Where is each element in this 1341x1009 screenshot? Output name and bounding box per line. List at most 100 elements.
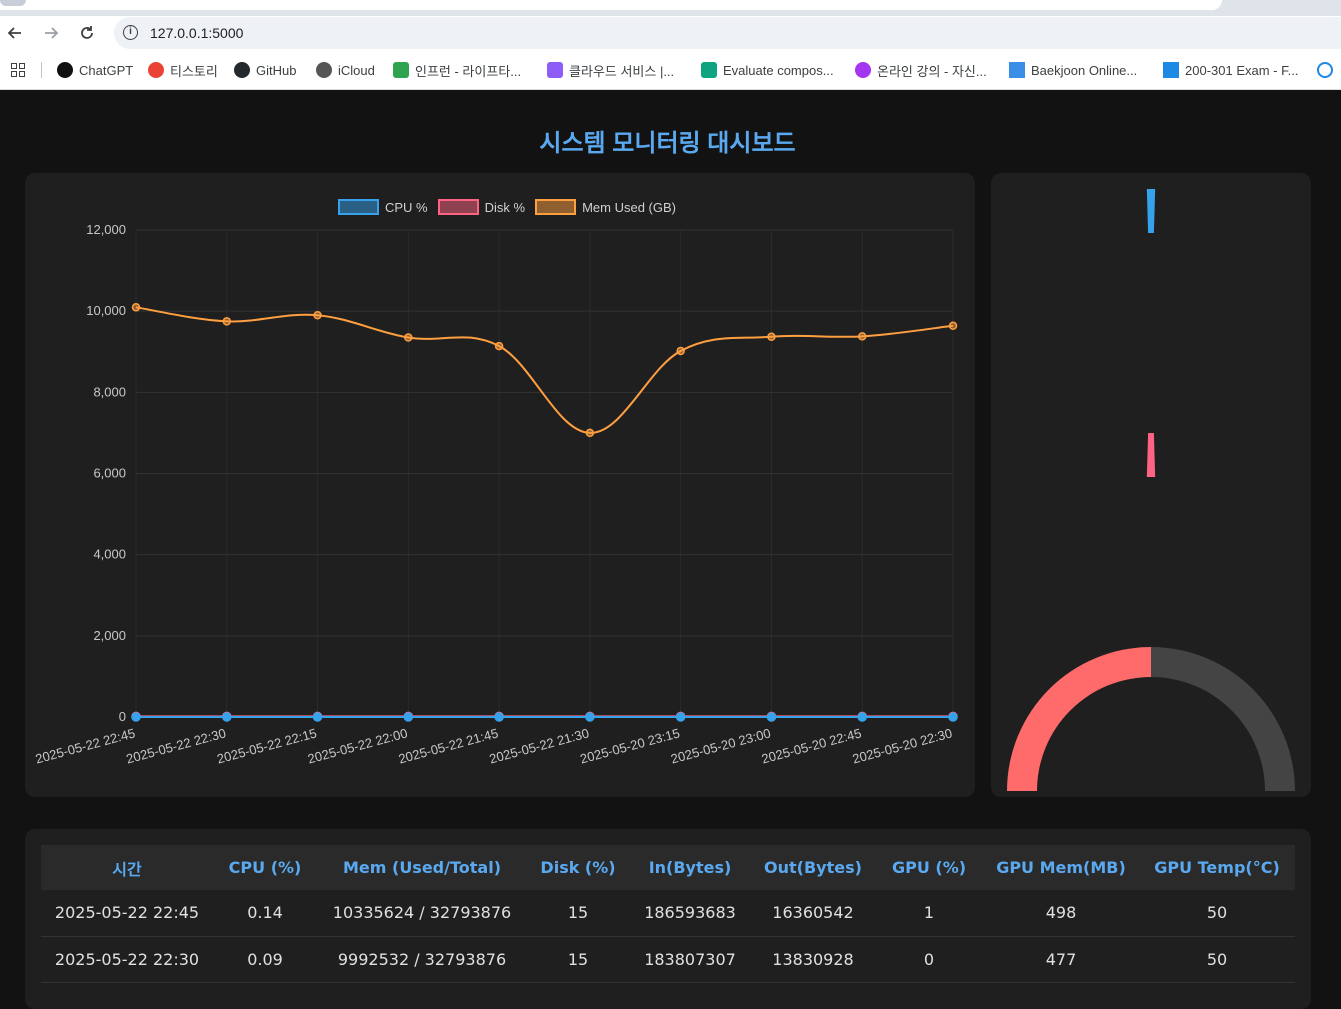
table-cell: 0.09 — [213, 936, 317, 982]
x-tick-label: 2025-05-22 22:45 — [34, 725, 137, 766]
table-row: 2025-05-22 22:300.099992532 / 3279387615… — [41, 936, 1295, 982]
data-point[interactable] — [949, 713, 957, 721]
tab-strip — [0, 0, 1341, 16]
address-bar[interactable]: i 127.0.0.1:5000 — [114, 17, 1341, 49]
y-tick-label: 12,000 — [86, 222, 126, 237]
x-tick-label: 2025-05-20 22:30 — [851, 725, 954, 766]
column-header: Out(Bytes) — [751, 845, 875, 890]
arrow-right-icon — [43, 25, 59, 41]
tistory-icon — [148, 62, 164, 78]
data-point[interactable] — [223, 318, 230, 325]
table-cell: 498 — [983, 890, 1139, 936]
data-point[interactable] — [223, 713, 231, 721]
gauge-segment[interactable] — [1151, 647, 1295, 791]
metrics-table: 시간CPU (%)Mem (Used/Total)Disk (%)In(Byte… — [41, 845, 1295, 983]
table-cell: 0 — [875, 936, 983, 982]
donut-charts-card — [991, 173, 1311, 797]
url-text: 127.0.0.1:5000 — [150, 25, 243, 41]
table-cell: 2025-05-22 22:30 — [41, 936, 213, 982]
table-cell: 13830928 — [751, 936, 875, 982]
data-point[interactable] — [768, 333, 775, 340]
column-header: GPU Mem(MB) — [983, 845, 1139, 890]
back-button[interactable] — [4, 22, 26, 44]
bookmark-item[interactable]: 200-301 Exam - F... — [1163, 61, 1298, 79]
x-tick-label: 2025-05-20 23:00 — [669, 725, 772, 766]
data-point[interactable] — [586, 429, 593, 436]
gauge-chart — [991, 633, 1311, 803]
bookmark-item-overflow[interactable] — [1317, 61, 1339, 79]
bookmarks-bar: ChatGPT 티스토리 GitHub iCloud 인프런 - 라이프타...… — [0, 50, 1341, 90]
bookmark-item[interactable]: GitHub — [234, 61, 296, 79]
table-cell: 15 — [527, 936, 629, 982]
donut-slice[interactable] — [1147, 433, 1155, 477]
bookmark-item[interactable]: Baekjoon Online... — [1009, 61, 1137, 79]
data-point[interactable] — [858, 713, 866, 721]
udemy-icon — [855, 62, 871, 78]
data-point[interactable] — [495, 713, 503, 721]
page-title: 시스템 모니터링 대시보드 — [0, 123, 1335, 158]
donut-chart — [991, 173, 1311, 483]
table-cell: 50 — [1139, 936, 1295, 982]
bookmark-item[interactable]: iCloud — [316, 61, 375, 79]
y-tick-label: 6,000 — [93, 466, 126, 481]
table-cell: 15 — [527, 890, 629, 936]
table-cell: 10335624 / 32793876 — [317, 890, 527, 936]
x-tick-label: 2025-05-22 21:30 — [488, 725, 591, 766]
data-point[interactable] — [859, 333, 866, 340]
x-tick-label: 2025-05-22 21:45 — [397, 725, 500, 766]
forward-button[interactable] — [40, 22, 62, 44]
column-header: Disk (%) — [527, 845, 629, 890]
diamond-icon — [701, 62, 717, 78]
table-body: 2025-05-22 22:450.1410335624 / 327938761… — [41, 890, 1295, 982]
column-header: CPU (%) — [213, 845, 317, 890]
gauge-segment[interactable] — [1007, 647, 1151, 791]
github-icon — [234, 62, 250, 78]
column-header: In(Bytes) — [629, 845, 751, 890]
reload-button[interactable] — [76, 22, 98, 44]
data-point[interactable] — [314, 713, 322, 721]
column-header: 시간 — [41, 845, 213, 890]
site-info-icon[interactable]: i — [123, 25, 138, 40]
bookmark-item[interactable]: ChatGPT — [57, 61, 133, 79]
data-point[interactable] — [132, 713, 140, 721]
data-point[interactable] — [586, 713, 594, 721]
tab-favicon — [0, 0, 26, 6]
y-tick-label: 8,000 — [93, 384, 126, 399]
dashboard-page: 시스템 모니터링 대시보드 CPU % Disk % Mem Used (GB)… — [0, 91, 1341, 963]
bookmark-item[interactable]: 티스토리 — [148, 61, 218, 79]
y-tick-label: 0 — [119, 709, 126, 724]
apps-grid-icon[interactable] — [11, 63, 25, 77]
browser-toolbar: i 127.0.0.1:5000 — [0, 16, 1341, 50]
data-point[interactable] — [133, 304, 140, 311]
y-tick-label: 4,000 — [93, 547, 126, 562]
data-point[interactable] — [496, 343, 503, 350]
bookmark-item[interactable]: Evaluate compos... — [701, 61, 834, 79]
cube-icon — [547, 62, 563, 78]
data-point[interactable] — [404, 713, 412, 721]
donut-slice[interactable] — [1147, 189, 1155, 233]
table-cell: 186593683 — [629, 890, 751, 936]
data-point[interactable] — [950, 322, 957, 329]
table-cell: 16360542 — [751, 890, 875, 936]
table-cell: 2025-05-22 22:45 — [41, 890, 213, 936]
bookmark-item[interactable]: 온라인 강의 - 자신... — [855, 61, 987, 79]
table-cell: 0.14 — [213, 890, 317, 936]
table-cell: 477 — [983, 936, 1139, 982]
bookmark-item[interactable]: 클라우드 서비스 |... — [547, 61, 674, 79]
data-point[interactable] — [405, 334, 412, 341]
data-point[interactable] — [314, 312, 321, 319]
data-point[interactable] — [677, 713, 685, 721]
data-point[interactable] — [767, 713, 775, 721]
list-icon — [1163, 62, 1179, 78]
y-tick-label: 2,000 — [93, 628, 126, 643]
line-chart-card: CPU % Disk % Mem Used (GB) 02,0004,0006,… — [25, 173, 975, 797]
x-tick-label: 2025-05-22 22:30 — [125, 725, 228, 766]
bookmark-item[interactable]: 인프런 - 라이프타... — [393, 61, 521, 79]
data-point[interactable] — [677, 347, 684, 354]
bookmarks-divider — [41, 62, 42, 78]
table-cell: 183807307 — [629, 936, 751, 982]
column-header: Mem (Used/Total) — [317, 845, 527, 890]
table-row: 2025-05-22 22:450.1410335624 / 327938761… — [41, 890, 1295, 936]
active-tab[interactable] — [0, 0, 1222, 10]
arrow-left-icon — [7, 25, 23, 41]
